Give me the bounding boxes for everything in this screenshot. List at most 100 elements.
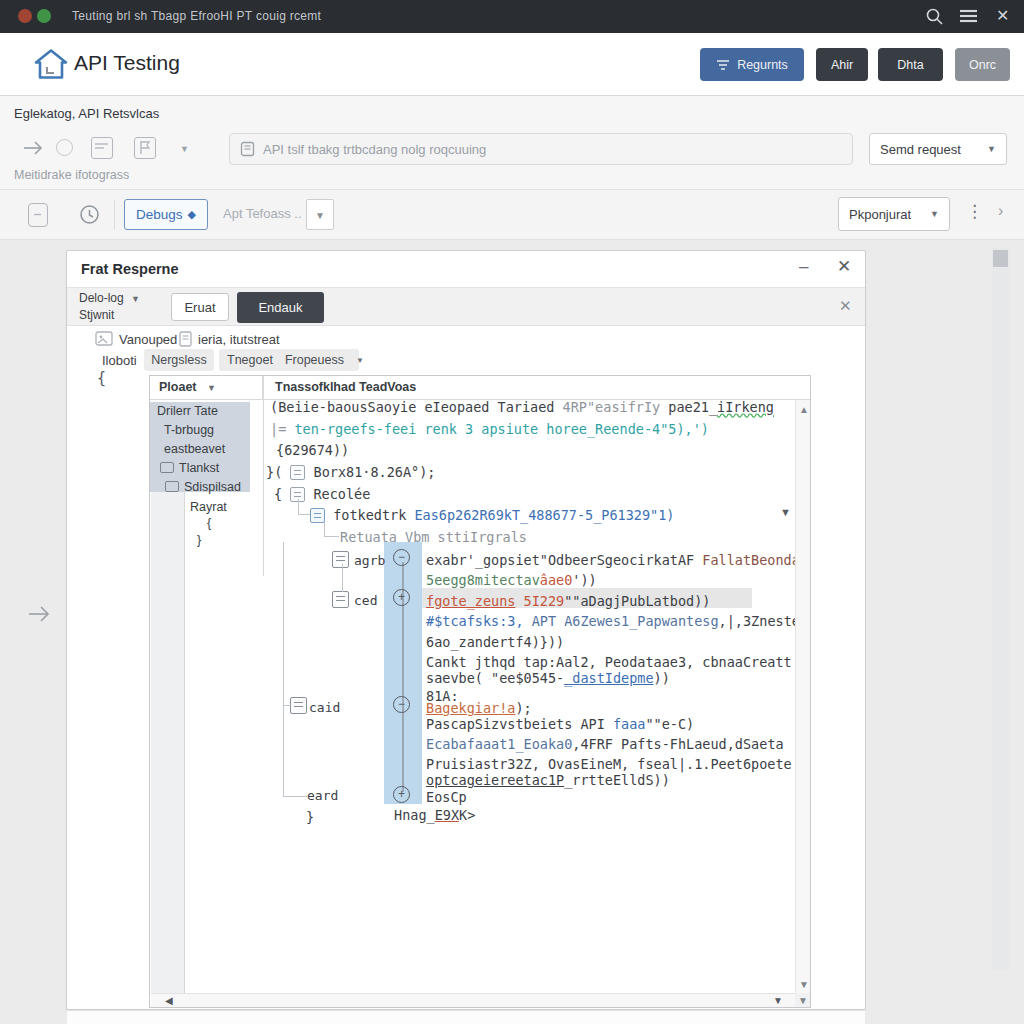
tree-item-label: { [207,516,211,530]
send-request-label: Semd request [880,142,961,157]
scroll-down-icon[interactable]: ▼ [799,979,809,990]
search-icon[interactable] [925,7,944,26]
tab-second[interactable]: Tnegoet [227,353,273,367]
tree-item--[interactable]: { [207,516,211,530]
send-request-dropdown[interactable]: Semd request ▼ [869,133,1007,165]
home-icon[interactable] [33,48,69,80]
secondary-button[interactable]: Eruat [171,293,229,321]
block-icon[interactable] [290,697,307,714]
code-line: }( Borx81·8.26A°); [266,463,435,481]
window-dot-red[interactable] [18,9,32,23]
tab-third[interactable]: Fropeuess [285,353,344,367]
mode-label[interactable]: Delo-log [79,291,124,305]
scrollbar-thumb[interactable] [993,250,1008,267]
fold-toggle-icon[interactable]: − [393,696,410,713]
fold-toggle-icon[interactable]: + [393,589,410,606]
code-header-label: Tnassofklhad TeadVoas [275,380,416,394]
scroll-up-icon[interactable]: ▲ [799,404,809,415]
window-dot-green[interactable] [37,9,51,23]
arrow-right-icon[interactable] [22,138,44,158]
panel-subheader: Delo-log ▼ Stjwnit Eruat Endauk ✕ [67,288,865,326]
code-line: fotkedtrk Eas6p262R69kT_488677-5_P61329"… [310,506,675,524]
code-token: fotkedtrk [325,507,414,523]
scroll-down-icon[interactable]: ▼ [773,995,783,1006]
image-icon [95,331,113,346]
profile-dropdown[interactable]: ▼ [306,199,334,230]
chevron-down-icon: ▼ [207,383,216,393]
tree-connector-line [283,705,291,706]
header-button-ahir[interactable]: Ahir [816,48,868,81]
tab-first[interactable]: Nergsless [144,349,214,371]
config-label: Pkponjurat [849,207,911,222]
tabs-label: Iloboti [102,353,137,368]
header-button-regurnts[interactable]: Regurnts [700,48,804,81]
header-button-dhta[interactable]: Dhta [878,48,943,81]
app-window: { "titlebar": { "title": "Teuting brl sh… [0,0,1024,1024]
meta-item[interactable]: Vanouped [95,331,177,347]
request-field[interactable]: API tslf tbakg trtbcdang nolg roqcuuing [229,133,853,165]
tree-item--[interactable]: } [197,533,201,547]
code-line: Ecabafaaat1_Eoaka0,4FRF Pafts-FhLaeud,dS… [426,735,784,753]
code-token: { [274,486,290,502]
layout-icon[interactable] [91,137,113,159]
method-icon[interactable] [310,508,325,523]
panel-icon[interactable] [28,203,48,227]
code-token: ); [515,700,531,716]
scrollbar-corner[interactable]: ▼ [795,993,811,1008]
code-line: Retuata Vbm sttiIrgrals [340,528,527,546]
vertical-scrollbar[interactable]: ▲ ▼ [795,400,811,993]
object-icon[interactable] [290,465,305,480]
code-token: pae21_ [668,399,717,415]
code-line: saevbe( "ee$0545-_dastIdepme)) [426,669,670,687]
code-line: } [306,808,314,826]
close-icon[interactable]: ✕ [839,297,852,315]
code-token: 4RP"easifrIy [563,399,669,415]
code-line: PascapSizvstbeiets API faaa""e-C) [426,715,694,733]
chevron-down-icon[interactable]: ▼ [780,506,791,518]
request-section: Eglekatog, API Retsvlcas ▼ API tslf tbak… [0,96,1024,190]
code-token: saevbe( "ee$0545- [426,670,564,686]
fold-toggle-icon[interactable]: + [393,786,410,803]
block-icon[interactable] [332,591,349,608]
primary-button[interactable]: Endauk [237,292,324,323]
tree-item-sdispilsad[interactable]: Sdispilsad [165,480,241,494]
chevron-down-icon[interactable]: ▼ [180,144,189,154]
close-icon[interactable]: ✕ [996,6,1009,25]
explorer-header[interactable]: Ploaet ▼ [150,376,263,400]
tree-item-rayrat[interactable]: Rayrat [190,500,227,514]
response-panel: Frat Resperne – ✕ Delo-log ▼ Stjwnit Eru… [66,250,866,1010]
fold-toggle-icon[interactable]: − [393,549,410,566]
code-token: ,4FRF Pafts-FhLaeud,dSaeta [572,736,783,752]
history-clock-icon[interactable] [79,204,100,225]
debug-toolbar: Debugs ◆ Apt Tefoass .. ▼ Pkponjurat ▼ ⋮… [0,190,1024,240]
window-scrollbar[interactable] [992,248,1009,970]
tree-item-eastbeavet[interactable]: eastbeavet [164,442,225,456]
flag-icon[interactable] [134,137,156,159]
record-icon[interactable] [56,139,73,156]
app-header: API Testing RegurntsAhirDhtaOnrc [0,33,1024,96]
code-token: _rrtteElldS)) [564,772,670,788]
tree-item-t-brbugg[interactable]: T-brbugg [164,423,214,437]
kebab-menu-icon[interactable]: ⋮ [966,201,983,222]
tree-item-drilerr-tate[interactable]: Drilerr Tate [157,404,218,418]
header-button-onrc[interactable]: Onrc [955,48,1010,81]
chevron-right-icon[interactable]: › [998,202,1003,220]
minimize-icon[interactable]: – [799,257,808,277]
block-icon[interactable] [332,551,349,568]
code-token: 5I229 [515,593,564,609]
code-token: APT A6Zewes1_Papwantesg [532,613,719,629]
gutter-label: caid [309,700,340,715]
config-dropdown[interactable]: Pkponjurat ▼ [838,197,950,231]
tree-item-tlankst[interactable]: Tlankst [160,461,219,475]
scroll-left-icon[interactable]: ◀ [165,995,173,1006]
close-icon[interactable]: ✕ [837,256,851,277]
horizontal-scrollbar[interactable]: ◀ ▼ [151,993,795,1008]
header-button-label: Regurnts [737,58,788,72]
tab-group[interactable]: Tnegoet Fropeuess ▼ [219,349,359,371]
menu-icon[interactable] [960,9,977,23]
chevron-down-icon[interactable]: ▼ [131,294,140,304]
code-token: Retuata Vbm sttiIrgrals [340,529,527,545]
debug-button[interactable]: Debugs ◆ [124,199,208,230]
meta-item[interactable]: ieria, itutstreat [179,331,280,347]
status-caption: Meitidrake ifotograss [14,168,129,182]
